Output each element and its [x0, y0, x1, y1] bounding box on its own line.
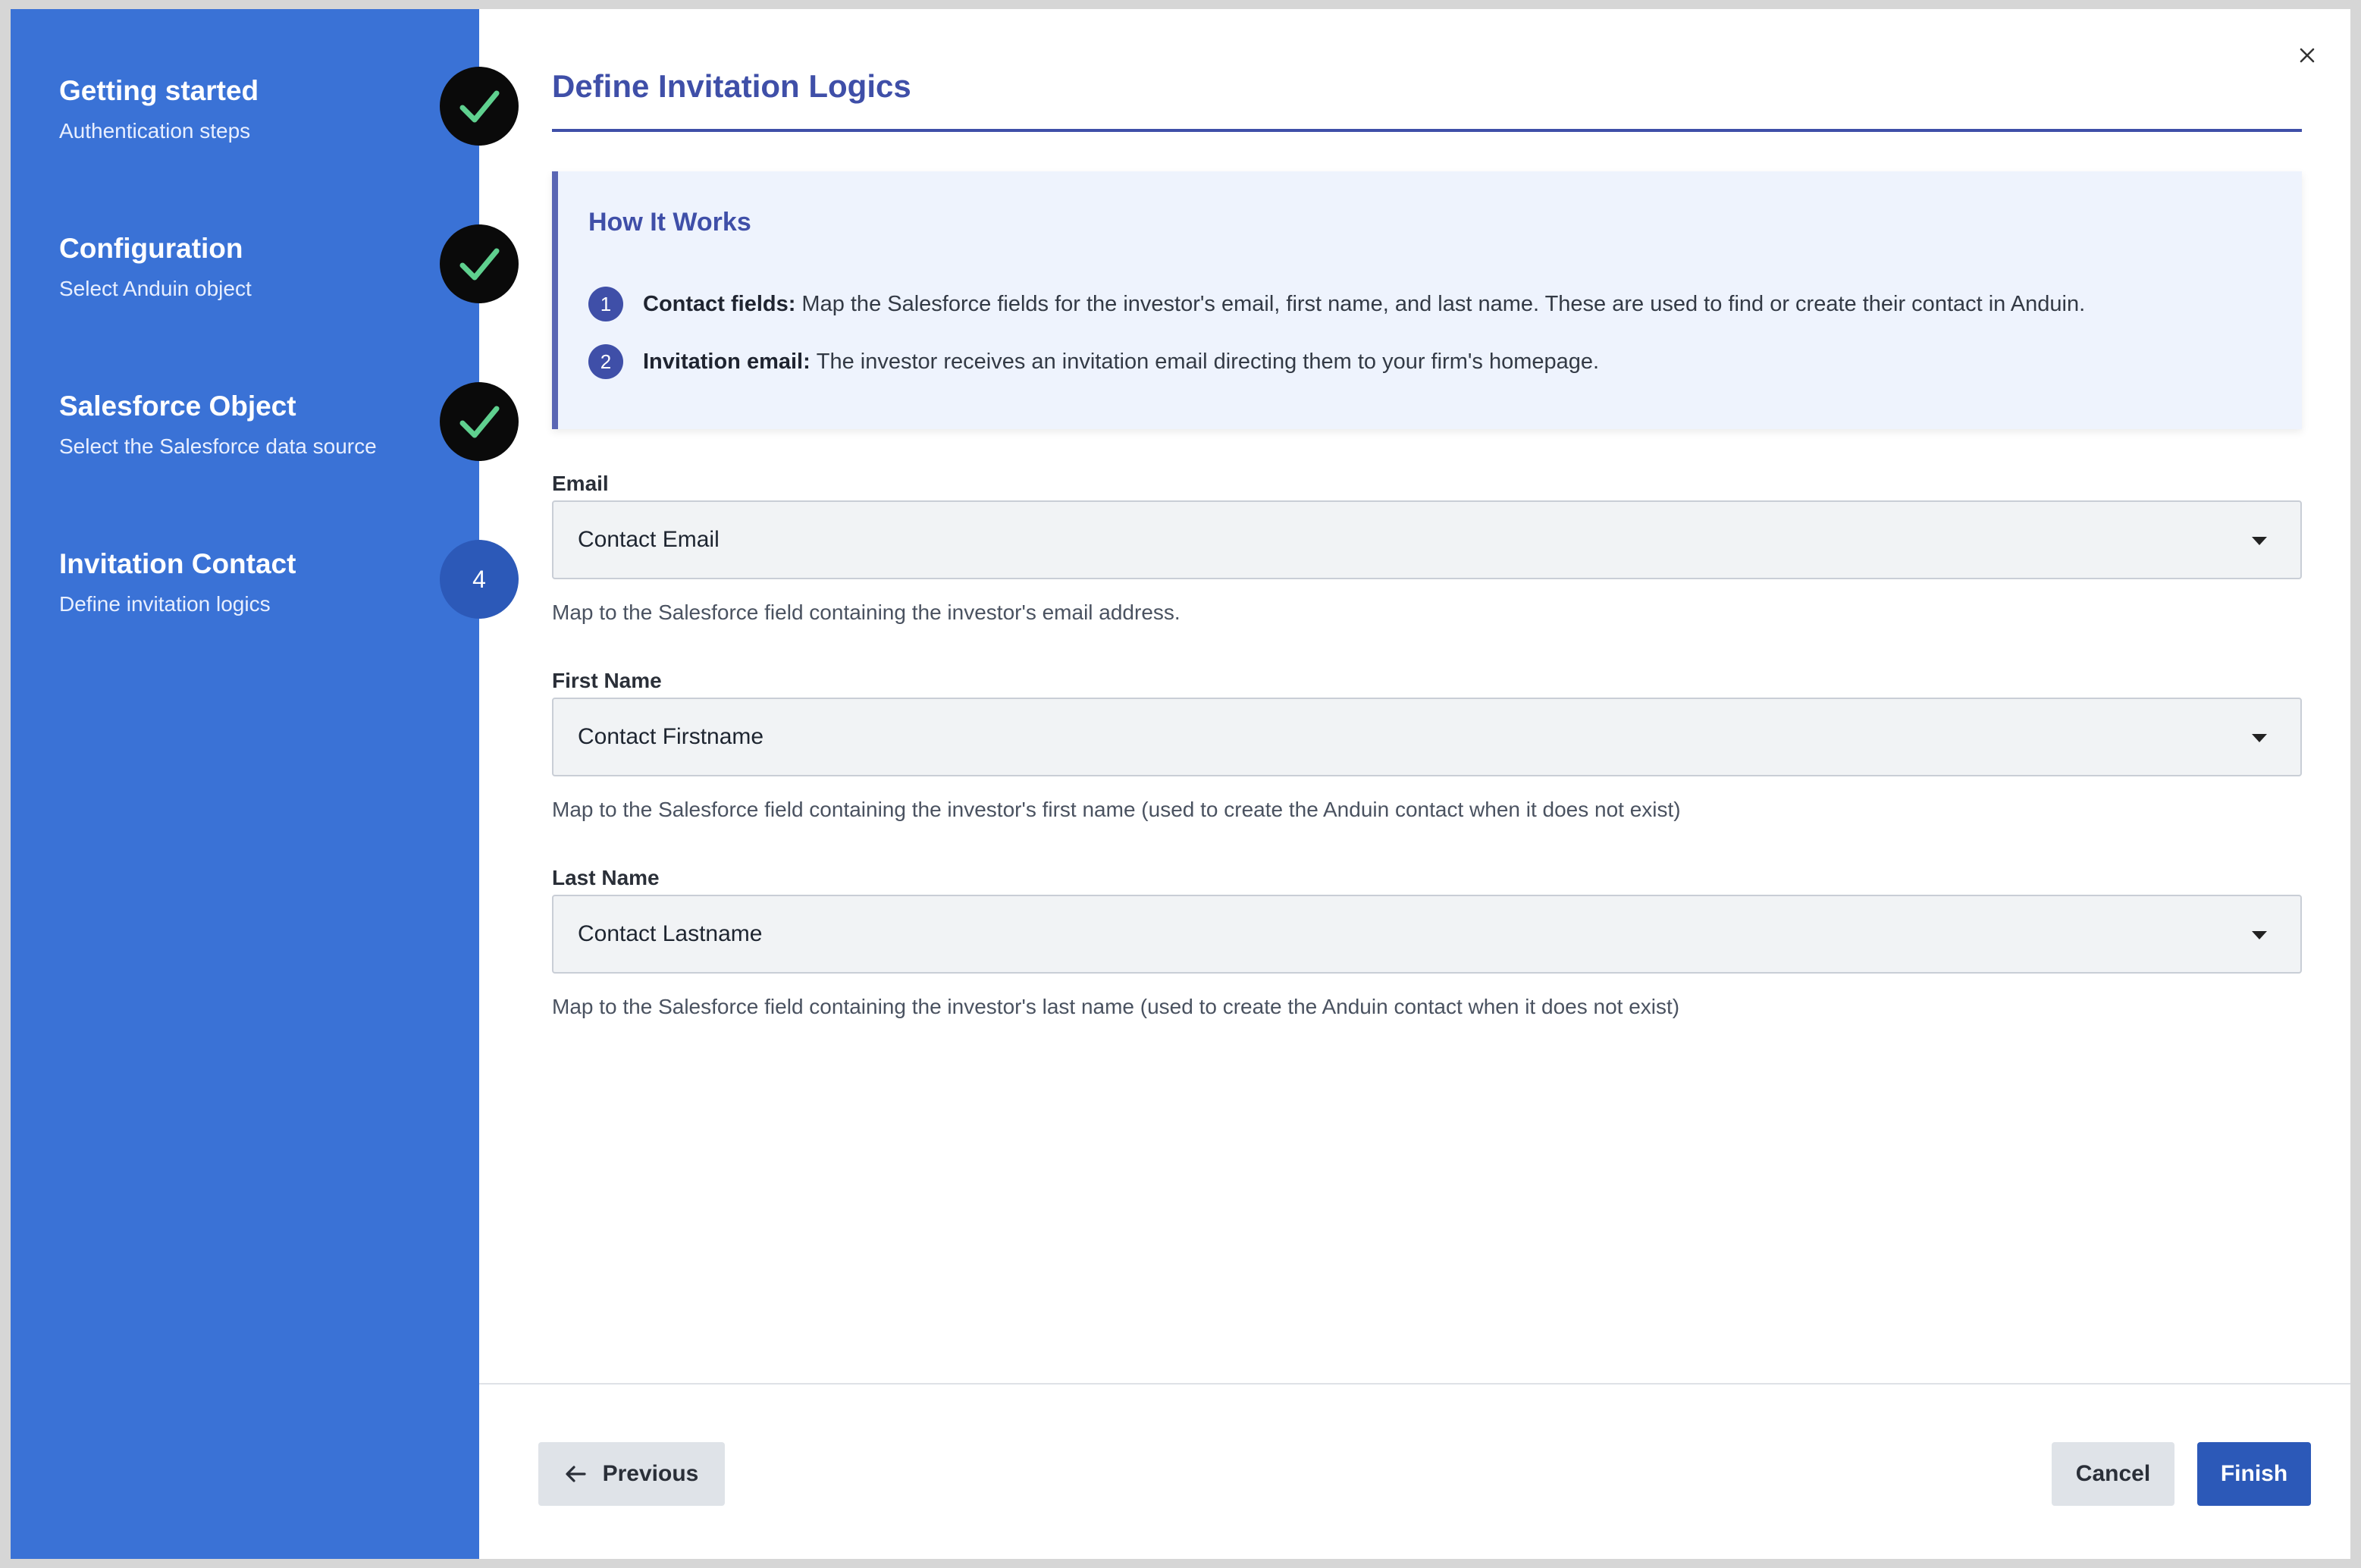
last-name-label: Last Name: [552, 866, 660, 889]
step-salesforce-object[interactable]: Salesforce Object Select the Salesforce …: [59, 388, 377, 461]
check-icon: [459, 248, 500, 281]
email-label: Email: [552, 472, 609, 495]
caret-down-icon: [2252, 734, 2267, 742]
number-badge: 2: [588, 344, 623, 379]
step-getting-started[interactable]: Getting started Authentication steps: [59, 73, 259, 146]
page-title: Define Invitation Logics: [552, 68, 911, 104]
first-name-helper-text: Map to the Salesforce field containing t…: [552, 798, 1681, 821]
cancel-button-label: Cancel: [2075, 1461, 2151, 1486]
email-select-value: Contact Email: [578, 527, 720, 552]
item-label: Contact fields:: [643, 291, 796, 316]
cancel-button[interactable]: Cancel: [2052, 1442, 2174, 1506]
item-text: The investor receives an invitation emai…: [816, 349, 1600, 374]
finish-button-label: Finish: [2220, 1461, 2288, 1486]
first-name-select-value: Contact Firstname: [578, 724, 764, 749]
item-text: Map the Salesforce fields for the invest…: [801, 291, 2086, 316]
close-button[interactable]: [2291, 39, 2323, 71]
email-select[interactable]: Contact Email: [552, 500, 2302, 579]
title-divider: [552, 129, 2302, 132]
email-helper-text: Map to the Salesforce field containing t…: [552, 601, 1180, 624]
previous-button-label: Previous: [602, 1461, 699, 1486]
caret-down-icon: [2252, 537, 2267, 545]
arrow-left-icon: [566, 1466, 586, 1482]
how-it-works-item: 1 Contact fields: Map the Salesforce fie…: [588, 287, 2085, 321]
step-complete-badge: [440, 224, 519, 303]
footer-divider: [479, 1383, 2350, 1385]
number-badge: 1: [588, 287, 623, 321]
step-title: Salesforce Object: [59, 390, 296, 422]
item-label: Invitation email:: [643, 349, 811, 374]
step-complete-badge: [440, 382, 519, 461]
first-name-select[interactable]: Contact Firstname: [552, 698, 2302, 776]
step-current-badge: 4: [440, 540, 519, 619]
step-complete-badge: [440, 67, 519, 146]
step-invitation-contact[interactable]: Invitation Contact Define invitation log…: [59, 546, 296, 619]
step-configuration[interactable]: Configuration Select Anduin object: [59, 230, 252, 303]
step-title: Getting started: [59, 75, 259, 106]
finish-button[interactable]: Finish: [2197, 1442, 2311, 1506]
how-it-works-item: 2 Invitation email: The investor receive…: [588, 344, 1599, 379]
main-panel: Define Invitation Logics How It Works 1 …: [479, 9, 2350, 1559]
step-title: Configuration: [59, 233, 243, 264]
step-subtitle: Define invitation logics: [59, 592, 271, 616]
how-it-works-panel: How It Works 1 Contact fields: Map the S…: [552, 171, 2302, 429]
step-title: Invitation Contact: [59, 548, 296, 579]
first-name-label: First Name: [552, 669, 662, 692]
caret-down-icon: [2252, 931, 2267, 939]
last-name-helper-text: Map to the Salesforce field containing t…: [552, 995, 1680, 1018]
close-icon: [2300, 48, 2315, 63]
wizard-modal: Getting started Authentication steps Con…: [11, 9, 2350, 1559]
previous-button[interactable]: Previous: [538, 1442, 725, 1506]
step-subtitle: Select Anduin object: [59, 277, 252, 300]
step-subtitle: Authentication steps: [59, 119, 251, 143]
check-icon: [459, 406, 500, 438]
check-icon: [459, 90, 500, 123]
last-name-select-value: Contact Lastname: [578, 921, 763, 946]
last-name-select[interactable]: Contact Lastname: [552, 895, 2302, 974]
steps-sidebar: Getting started Authentication steps Con…: [11, 9, 479, 1559]
how-it-works-title: How It Works: [588, 208, 751, 237]
step-subtitle: Select the Salesforce data source: [59, 434, 377, 458]
